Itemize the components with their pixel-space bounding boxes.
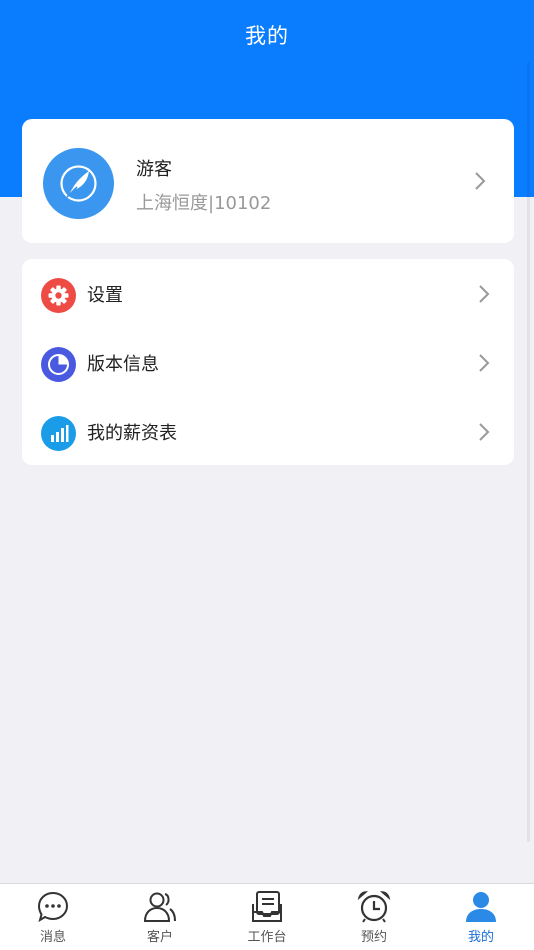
tab-label: 消息 [39, 930, 66, 945]
tab-label: 预约 [360, 930, 387, 945]
tab-label: 客户 [146, 930, 173, 945]
page-title: 我的 [245, 24, 289, 48]
avatar [43, 148, 114, 219]
menu-card: 设置 版本信息 我的薪资表 [22, 259, 514, 465]
menu-item-label: 我的薪资表 [87, 423, 177, 444]
tab-appointments[interactable]: 预约 [321, 884, 427, 950]
feather-icon [60, 165, 97, 202]
bar-chart-icon [41, 416, 76, 451]
person-icon [466, 892, 496, 922]
workbench-icon [252, 891, 282, 922]
chevron-right-icon [479, 285, 490, 303]
menu-item-label: 版本信息 [87, 354, 159, 375]
tab-bar: 消息 客户 工作台 预约 我的 [0, 883, 534, 950]
gear-icon [41, 278, 76, 313]
profile-card[interactable]: 游客 上海恒度|10102 [22, 119, 514, 243]
profile-subtitle: 上海恒度|10102 [136, 193, 272, 214]
users-icon [143, 892, 176, 922]
tab-mine[interactable]: 我的 [428, 884, 534, 950]
menu-item-salary-sheet[interactable]: 我的薪资表 [22, 397, 514, 465]
tab-messages[interactable]: 消息 [0, 884, 106, 950]
menu-item-label: 设置 [87, 285, 123, 306]
tab-label: 我的 [467, 930, 494, 945]
profile-name: 游客 [136, 159, 172, 180]
menu-item-settings[interactable]: 设置 [22, 259, 514, 327]
chat-bubble-icon [37, 891, 69, 923]
pie-chart-icon [41, 347, 76, 382]
chevron-right-icon [479, 354, 490, 372]
tab-label: 工作台 [247, 930, 287, 945]
tab-workbench[interactable]: 工作台 [214, 884, 320, 950]
tab-customers[interactable]: 客户 [107, 884, 213, 950]
chevron-right-icon [479, 423, 490, 441]
chevron-right-icon [475, 172, 486, 190]
scroll-indicator[interactable] [527, 62, 530, 842]
menu-item-version-info[interactable]: 版本信息 [22, 328, 514, 396]
alarm-clock-icon [357, 891, 391, 923]
